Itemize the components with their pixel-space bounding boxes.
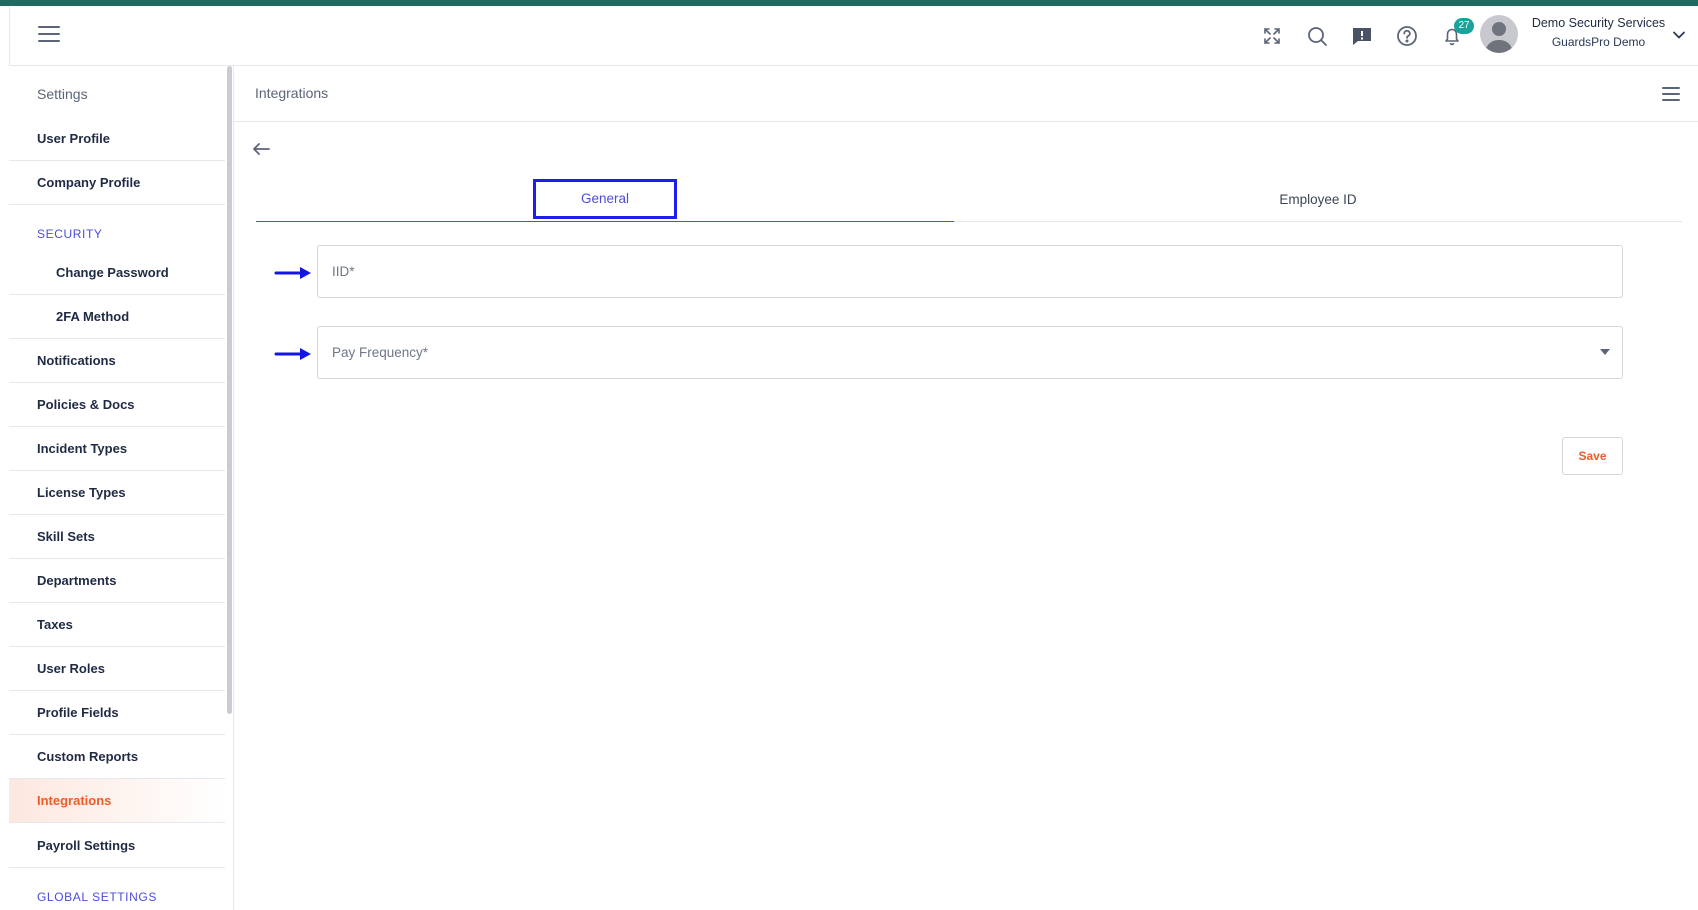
sidebar-item-2fa-method[interactable]: 2FA Method — [9, 295, 225, 339]
notification-badge: 27 — [1454, 18, 1474, 34]
fullscreen-icon[interactable] — [1258, 22, 1286, 50]
menu-toggle-icon[interactable] — [38, 26, 60, 46]
sidebar-item-license-types[interactable]: License Types — [9, 471, 225, 515]
sidebar-item-profile-fields[interactable]: Profile Fields — [9, 691, 225, 735]
sidebar-item-change-password[interactable]: Change Password — [9, 251, 225, 295]
caret-down-icon — [1600, 349, 1610, 355]
sidebar-item-user-profile[interactable]: User Profile — [9, 117, 225, 161]
sidebar-item-taxes[interactable]: Taxes — [9, 603, 225, 647]
search-icon[interactable] — [1303, 22, 1331, 50]
pay-frequency-select[interactable]: Pay Frequency* — [317, 326, 1623, 379]
iid-input[interactable]: IID* — [317, 245, 1623, 298]
annotation-arrow-icon — [274, 267, 311, 279]
iid-placeholder: IID* — [332, 264, 355, 279]
save-button[interactable]: Save — [1562, 437, 1623, 475]
page-header: Integrations — [234, 66, 1698, 122]
top-header: 27 Demo Security Services GuardsPro Demo — [9, 6, 1698, 66]
sidebar-item-notifications[interactable]: Notifications — [9, 339, 225, 383]
user-company: GuardsPro Demo — [1551, 35, 1646, 49]
pay-frequency-placeholder: Pay Frequency* — [332, 345, 429, 360]
sidebar-item-skill-sets[interactable]: Skill Sets — [9, 515, 225, 559]
main-content: Integrations General Employee ID IID* Pa… — [234, 66, 1698, 910]
integration-tabs: General Employee ID — [256, 178, 1682, 222]
tab-general-label: General — [533, 179, 677, 219]
sidebar-section-security: SECURITY — [37, 227, 103, 241]
sidebar-item-payroll-settings[interactable]: Payroll Settings — [9, 824, 225, 868]
avatar[interactable] — [1480, 15, 1518, 53]
sidebar-item-user-roles[interactable]: User Roles — [9, 647, 225, 691]
tab-general[interactable]: General — [256, 178, 954, 222]
sidebar-item-incident-types[interactable]: Incident Types — [9, 427, 225, 471]
bell-icon[interactable]: 27 — [1438, 18, 1474, 50]
sidebar-item-integrations[interactable]: Integrations — [9, 779, 225, 823]
sidebar-title: Settings — [37, 86, 88, 102]
sidebar-item-departments[interactable]: Departments — [9, 559, 225, 603]
page-menu-icon[interactable] — [1662, 87, 1680, 103]
feedback-icon[interactable] — [1348, 22, 1376, 50]
sidebar-scrollbar[interactable] — [227, 66, 232, 714]
help-icon[interactable] — [1393, 22, 1421, 50]
back-arrow-icon[interactable] — [250, 138, 272, 160]
sidebar-item-company-profile[interactable]: Company Profile — [9, 161, 225, 205]
user-name: Demo Security Services — [1531, 16, 1666, 30]
chevron-down-icon[interactable] — [1670, 26, 1688, 44]
settings-sidebar: Settings User Profile Company Profile SE… — [9, 66, 225, 910]
page-title: Integrations — [255, 85, 329, 101]
annotation-arrow-icon — [274, 348, 311, 360]
sidebar-item-custom-reports[interactable]: Custom Reports — [9, 735, 225, 779]
sidebar-section-global-settings: GLOBAL SETTINGS — [37, 890, 157, 904]
tab-employee-id[interactable]: Employee ID — [954, 178, 1682, 222]
sidebar-item-policies-docs[interactable]: Policies & Docs — [9, 383, 225, 427]
